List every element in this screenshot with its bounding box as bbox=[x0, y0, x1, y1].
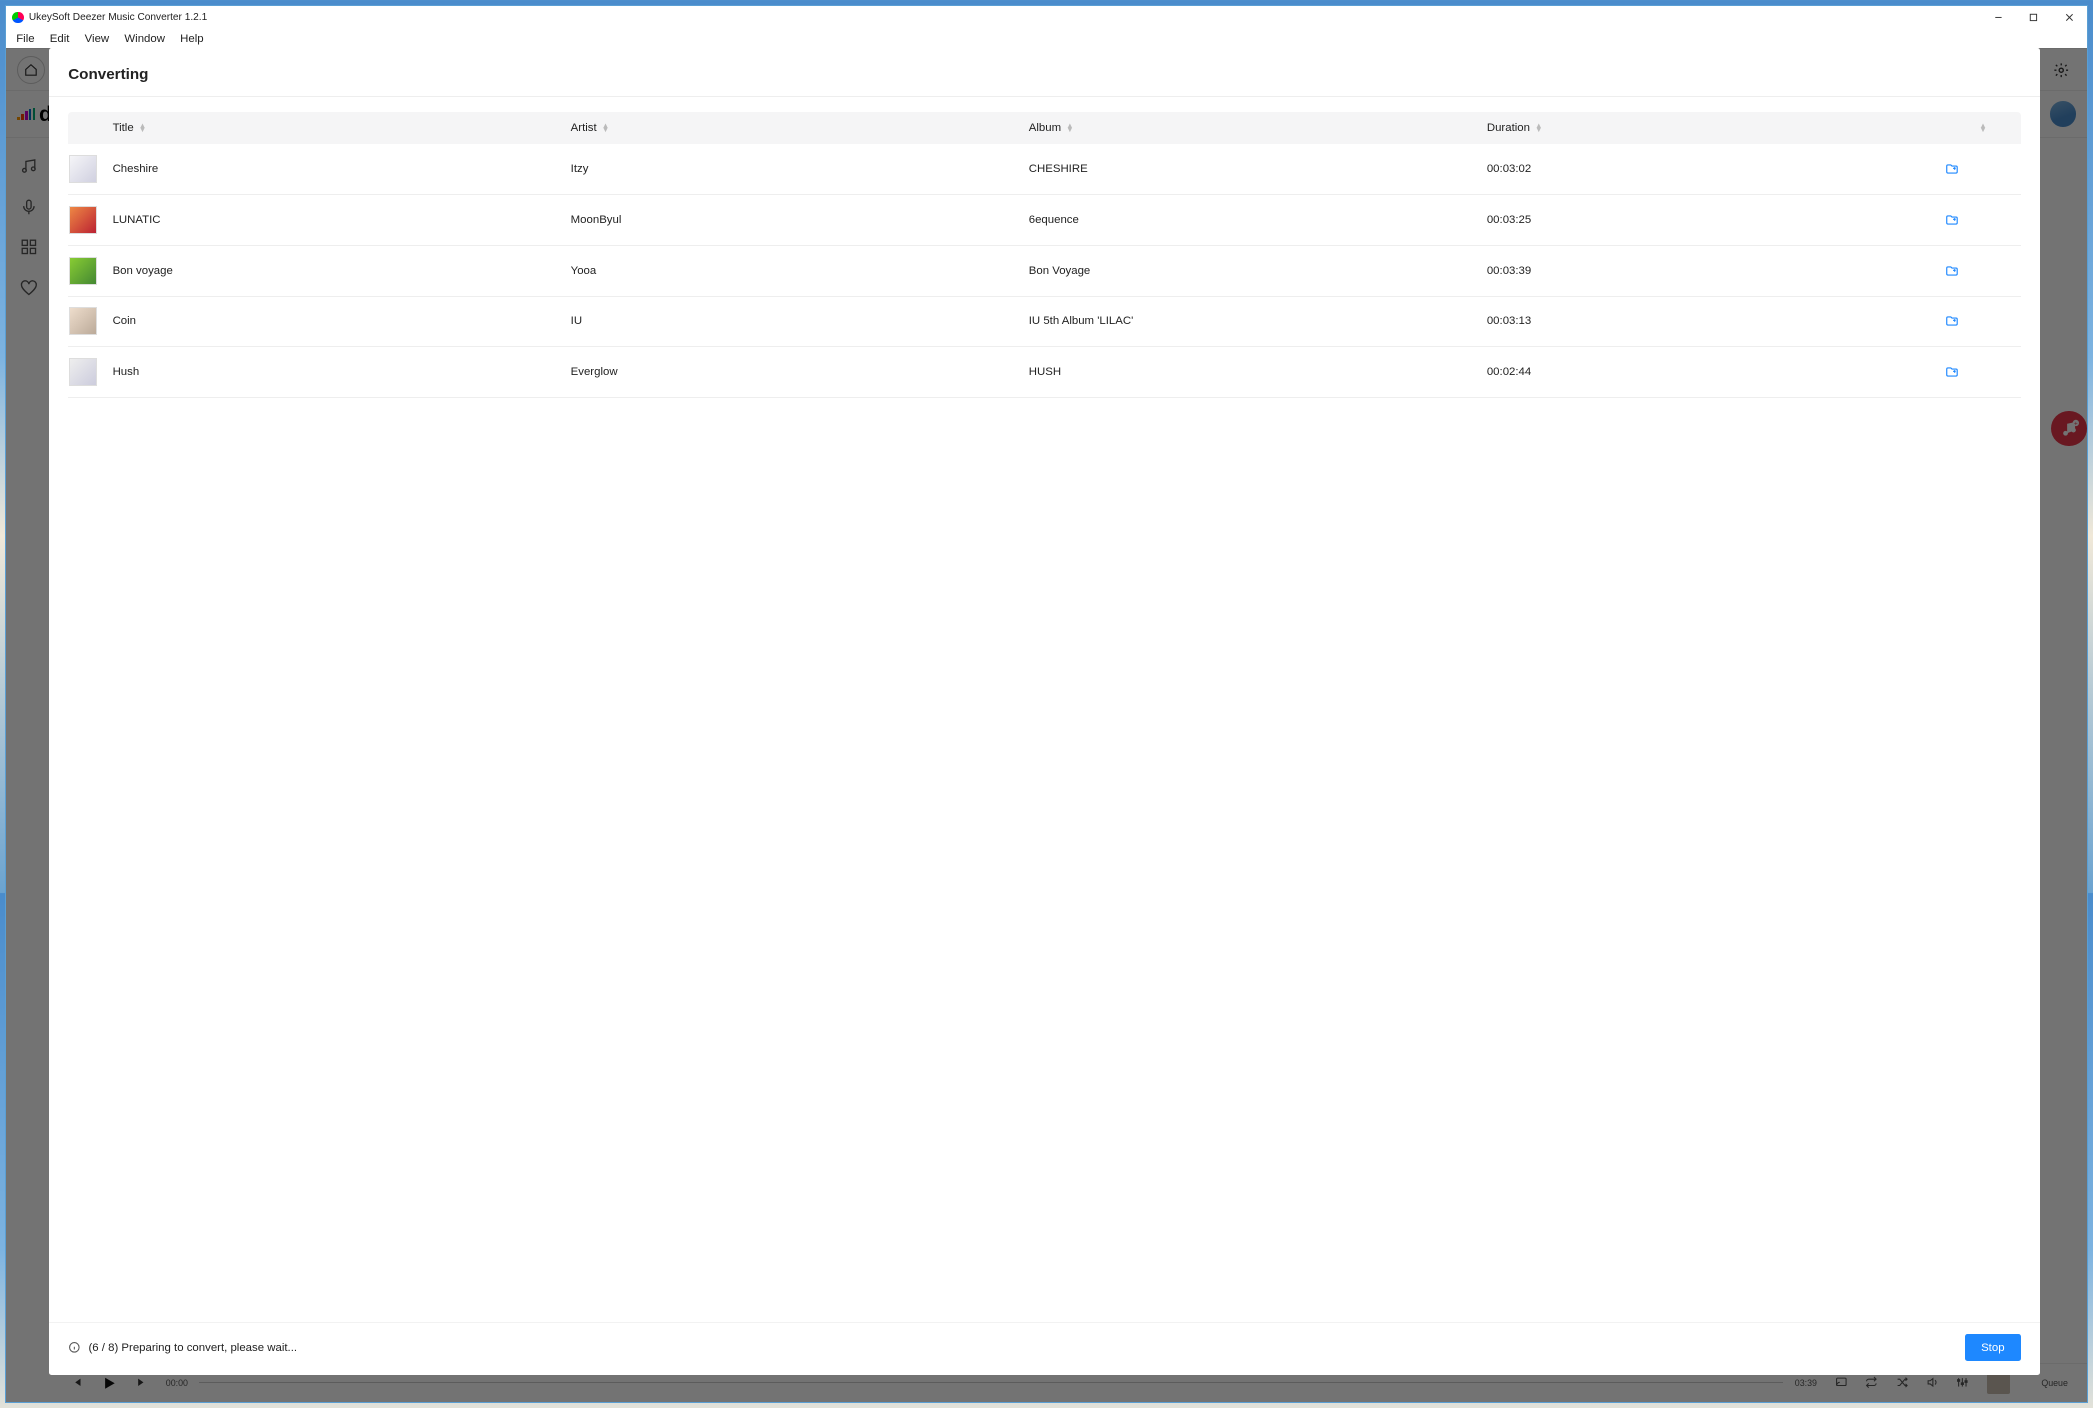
menu-file[interactable]: File bbox=[16, 33, 34, 45]
stop-button[interactable]: Stop bbox=[1965, 1334, 2021, 1361]
table-header: Title▲▼ Artist▲▼ Album▲▼ Duration▲▼ ▲▼ bbox=[68, 112, 2021, 144]
sort-icon: ▲▼ bbox=[139, 124, 147, 132]
cell-title: Cheshire bbox=[113, 163, 571, 175]
minimize-button[interactable] bbox=[1980, 6, 2016, 29]
table-body[interactable]: CheshireItzyCHESHIRE00:03:02LUNATICMoonB… bbox=[68, 144, 2021, 1316]
cell-album: Bon Voyage bbox=[1029, 265, 1487, 277]
menu-view[interactable]: View bbox=[85, 33, 110, 45]
status-text: (6 / 8) Preparing to convert, please wai… bbox=[88, 1342, 297, 1354]
menu-help[interactable]: Help bbox=[180, 33, 203, 45]
track-thumb bbox=[69, 206, 97, 234]
cell-artist: IU bbox=[571, 315, 1029, 327]
menu-edit[interactable]: Edit bbox=[50, 33, 70, 45]
cell-duration: 00:03:02 bbox=[1487, 163, 1945, 175]
app-icon bbox=[12, 12, 23, 23]
sort-icon: ▲▼ bbox=[1535, 124, 1543, 132]
open-folder-button[interactable] bbox=[1945, 365, 2021, 379]
converting-modal: Converting Title▲▼ Artist▲▼ Album▲▼ Dura… bbox=[49, 48, 2040, 1375]
open-folder-button[interactable] bbox=[1945, 314, 2021, 328]
col-artist[interactable]: Artist▲▼ bbox=[571, 122, 1029, 134]
cell-album: HUSH bbox=[1029, 366, 1487, 378]
cell-title: Bon voyage bbox=[113, 265, 571, 277]
track-thumb bbox=[69, 307, 97, 335]
table-row[interactable]: CheshireItzyCHESHIRE00:03:02 bbox=[68, 144, 2021, 195]
open-folder-button[interactable] bbox=[1945, 264, 2021, 278]
modal-title: Converting bbox=[49, 48, 2040, 96]
col-title[interactable]: Title▲▼ bbox=[113, 122, 571, 134]
sort-icon: ▲▼ bbox=[602, 124, 610, 132]
cell-duration: 00:03:25 bbox=[1487, 214, 1945, 226]
titlebar: UkeySoft Deezer Music Converter 1.2.1 bbox=[6, 6, 2087, 29]
cell-duration: 00:02:44 bbox=[1487, 366, 1945, 378]
cell-album: 6equence bbox=[1029, 214, 1487, 226]
open-folder-button[interactable] bbox=[1945, 213, 2021, 227]
menubar: File Edit View Window Help bbox=[6, 29, 2087, 49]
track-thumb bbox=[69, 155, 97, 183]
track-thumb bbox=[69, 358, 97, 386]
cell-title: Coin bbox=[113, 315, 571, 327]
sort-icon: ▲▼ bbox=[1979, 124, 1987, 132]
cell-artist: Itzy bbox=[571, 163, 1029, 175]
table-row[interactable]: LUNATICMoonByul6equence00:03:25 bbox=[68, 195, 2021, 246]
sort-icon: ▲▼ bbox=[1066, 124, 1074, 132]
open-folder-button[interactable] bbox=[1945, 162, 2021, 176]
table-row[interactable]: HushEverglowHUSH00:02:44 bbox=[68, 347, 2021, 398]
cell-artist: MoonByul bbox=[571, 214, 1029, 226]
menu-window[interactable]: Window bbox=[124, 33, 165, 45]
cell-album: IU 5th Album 'LILAC' bbox=[1029, 315, 1487, 327]
table-row[interactable]: CoinIUIU 5th Album 'LILAC'00:03:13 bbox=[68, 297, 2021, 348]
col-duration[interactable]: Duration▲▼ bbox=[1487, 122, 1945, 134]
info-icon bbox=[68, 1341, 81, 1354]
close-button[interactable] bbox=[2051, 6, 2087, 29]
cell-title: LUNATIC bbox=[113, 214, 571, 226]
cell-album: CHESHIRE bbox=[1029, 163, 1487, 175]
window-title: UkeySoft Deezer Music Converter 1.2.1 bbox=[29, 12, 207, 23]
table-row[interactable]: Bon voyageYooaBon Voyage00:03:39 bbox=[68, 246, 2021, 297]
cell-artist: Everglow bbox=[571, 366, 1029, 378]
cell-title: Hush bbox=[113, 366, 571, 378]
track-thumb bbox=[69, 257, 97, 285]
cell-artist: Yooa bbox=[571, 265, 1029, 277]
col-album[interactable]: Album▲▼ bbox=[1029, 122, 1487, 134]
cell-duration: 00:03:39 bbox=[1487, 265, 1945, 277]
cell-duration: 00:03:13 bbox=[1487, 315, 1945, 327]
maximize-button[interactable] bbox=[2016, 6, 2052, 29]
